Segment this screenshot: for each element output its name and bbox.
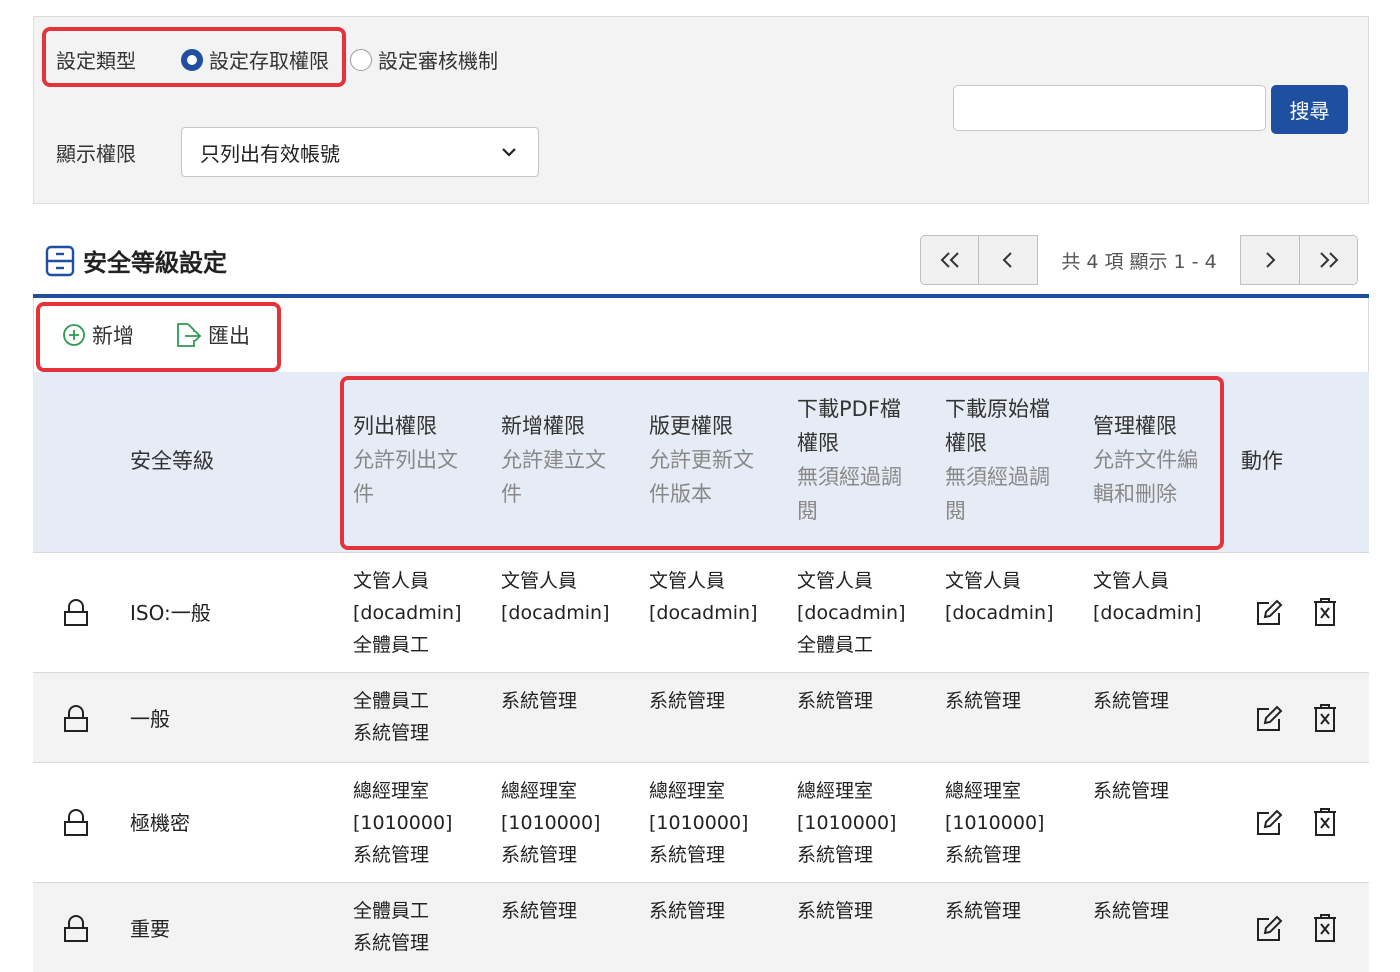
page-title: 安全等級設定 [83, 249, 227, 277]
perm-cell: 文管人員 [docadmin] [1093, 570, 1202, 624]
perm-cell: 系統管理 [501, 690, 578, 712]
double-chevron-right-icon [1319, 252, 1338, 268]
next-page-button[interactable] [1240, 235, 1299, 285]
perm-cell: 系統管理 [797, 900, 874, 922]
perm-cell: 系統管理 [945, 690, 1022, 712]
table-row: 一般 全體員工 系統管理 系統管理 系統管理 系統管理 系統管理 系統管理 [33, 672, 1369, 762]
table-header: 安全等級 列出權限 允許列出文 件 新增權限 允許建立文 件 版更權限 允許更新… [33, 372, 1369, 552]
cabinet-icon [45, 245, 75, 276]
chevron-right-icon [1266, 252, 1276, 268]
perm-cell: 文管人員 [docadmin] 全體員工 [353, 570, 462, 656]
perm-cell: 系統管理 [649, 690, 726, 712]
delete-icon[interactable] [1313, 703, 1337, 733]
security-level-name: 極機密 [130, 811, 190, 835]
perm-cell: 總經理室 [1010000] 系統管理 [353, 780, 453, 866]
edit-icon[interactable] [1255, 705, 1283, 733]
first-page-button[interactable] [920, 235, 979, 285]
perm-cell: 總經理室 [1010000] 系統管理 [945, 780, 1045, 866]
setting-type-label: 設定類型 [56, 49, 136, 73]
delete-icon[interactable] [1313, 597, 1337, 627]
table-row: 極機密 總經理室 [1010000] 系統管理 總經理室 [1010000] 系統管理 … [33, 762, 1369, 882]
perm-cell: 總經理室 [1010000] 系統管理 [649, 780, 749, 866]
permission-header-highlight [340, 376, 1224, 550]
perm-cell: 文管人員 [docadmin] [945, 570, 1054, 624]
header-action: 動作 [1241, 449, 1283, 473]
chevron-down-icon[interactable] [500, 143, 518, 161]
perm-cell: 文管人員 [docadmin] 全體員工 [797, 570, 906, 656]
perm-cell: 系統管理 [797, 690, 874, 712]
export-icon [177, 323, 202, 347]
pager-info: 共 4 項 顯示 1 - 4 [1061, 250, 1217, 273]
security-level-name: 重要 [130, 917, 170, 941]
perm-cell: 系統管理 [649, 900, 726, 922]
header-level: 安全等級 [130, 449, 214, 473]
perm-cell: 總經理室 [1010000] 系統管理 [797, 780, 897, 866]
perm-cell: 系統管理 [1093, 690, 1170, 712]
search-button[interactable]: 搜尋 [1271, 85, 1348, 134]
display-select[interactable]: 只列出有效帳號 [181, 127, 539, 177]
lock-icon [64, 915, 88, 942]
section-header: 安全等級設定 [45, 243, 227, 278]
perm-cell: 系統管理 [501, 900, 578, 922]
display-label: 顯示權限 [56, 142, 136, 166]
edit-icon[interactable] [1255, 915, 1283, 943]
toolbar: 新增 匯出 [33, 298, 1369, 372]
delete-icon[interactable] [1313, 913, 1337, 943]
perm-cell: 系統管理 [1093, 900, 1170, 922]
perm-cell: 總經理室 [1010000] 系統管理 [501, 780, 601, 866]
security-level-name: ISO:一般 [130, 601, 211, 625]
table-row: ISO:一般 文管人員 [docadmin] 全體員工 文管人員 [docadmin]… [33, 552, 1369, 672]
radio-access-option[interactable]: 設定存取權限 [181, 45, 329, 74]
edit-icon[interactable] [1255, 809, 1283, 837]
prev-page-button[interactable] [979, 235, 1038, 285]
radio-review-option[interactable]: 設定審核機制 [350, 45, 498, 74]
chevron-left-icon [1002, 252, 1012, 268]
double-chevron-left-icon [940, 252, 959, 268]
search-input[interactable] [953, 85, 1266, 131]
lock-icon [64, 705, 88, 732]
add-button[interactable]: 新增 [62, 320, 134, 350]
filter-panel: 設定類型 設定存取權限 設定審核機制 顯示權限 只列出有效帳號 搜尋 [33, 16, 1369, 204]
export-label[interactable]: 匯出 [208, 320, 250, 350]
perm-cell: 系統管理 [1093, 780, 1170, 802]
delete-icon[interactable] [1313, 807, 1337, 837]
add-label[interactable]: 新增 [92, 320, 134, 350]
pagination: 共 4 項 顯示 1 - 4 [920, 235, 1358, 285]
perm-cell: 文管人員 [docadmin] [649, 570, 758, 624]
radio-checked-icon[interactable] [181, 48, 203, 71]
lock-icon [64, 599, 88, 626]
perm-cell: 全體員工 系統管理 [353, 690, 430, 744]
radio-access-label[interactable]: 設定存取權限 [209, 45, 329, 74]
table-row: 重要 全體員工 系統管理 系統管理 系統管理 系統管理 系統管理 系統管理 [33, 882, 1369, 972]
edit-icon[interactable] [1255, 599, 1283, 627]
perm-cell: 文管人員 [docadmin] [501, 570, 610, 624]
perm-cell: 系統管理 [945, 900, 1022, 922]
display-select-value[interactable]: 只列出有效帳號 [200, 138, 340, 167]
export-button[interactable]: 匯出 [174, 320, 250, 350]
plus-circle-icon [63, 324, 85, 346]
lock-icon [64, 809, 88, 836]
radio-review-label[interactable]: 設定審核機制 [378, 45, 498, 74]
security-level-table: 安全等級 列出權限 允許列出文 件 新增權限 允許建立文 件 版更權限 允許更新… [33, 372, 1369, 972]
security-level-name: 一般 [130, 707, 170, 731]
last-page-button[interactable] [1299, 235, 1358, 285]
radio-unchecked-icon[interactable] [350, 48, 372, 71]
perm-cell: 全體員工 系統管理 [353, 900, 430, 954]
